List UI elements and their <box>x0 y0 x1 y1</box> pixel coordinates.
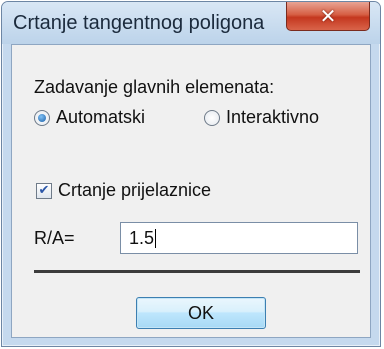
radio-unselected-icon[interactable] <box>204 109 220 126</box>
ratio-input[interactable]: 1.5 <box>120 222 358 254</box>
dialog-window: Crtanje tangentnog poligona ✕ Zadavanje … <box>1 1 381 347</box>
radio-automatski-label: Automatski <box>56 107 146 127</box>
radio-automatski[interactable]: Automatski <box>34 107 145 128</box>
dialog-client-area: Zadavanje glavnih elemenata: Automatski … <box>11 44 371 338</box>
ok-button[interactable]: OK <box>136 297 266 329</box>
ratio-input-value: 1.5 <box>129 227 155 248</box>
text-caret <box>155 228 157 248</box>
close-button[interactable]: ✕ <box>286 2 370 31</box>
checkbox-label: Crtanje prijelaznice <box>58 180 212 200</box>
ratio-label: R/A= <box>34 228 75 248</box>
checkbox-crtanje-prijelaznice[interactable]: ✔ Crtanje prijelaznice <box>36 180 211 201</box>
radio-interaktivno-label: Interaktivno <box>226 107 320 127</box>
radio-selected-icon[interactable] <box>34 109 50 126</box>
separator-line <box>34 270 360 273</box>
ok-button-label: OK <box>187 302 214 323</box>
close-icon: ✕ <box>319 4 337 28</box>
group-label: Zadavanje glavnih elemenata: <box>34 77 275 97</box>
title-bar[interactable]: Crtanje tangentnog poligona ✕ <box>2 2 380 44</box>
radio-interaktivno[interactable]: Interaktivno <box>204 107 319 128</box>
checkbox-box[interactable]: ✔ <box>36 182 52 199</box>
check-icon: ✔ <box>38 183 50 198</box>
radio-dot <box>38 113 46 122</box>
window-title: Crtanje tangentnog poligona <box>13 12 265 34</box>
